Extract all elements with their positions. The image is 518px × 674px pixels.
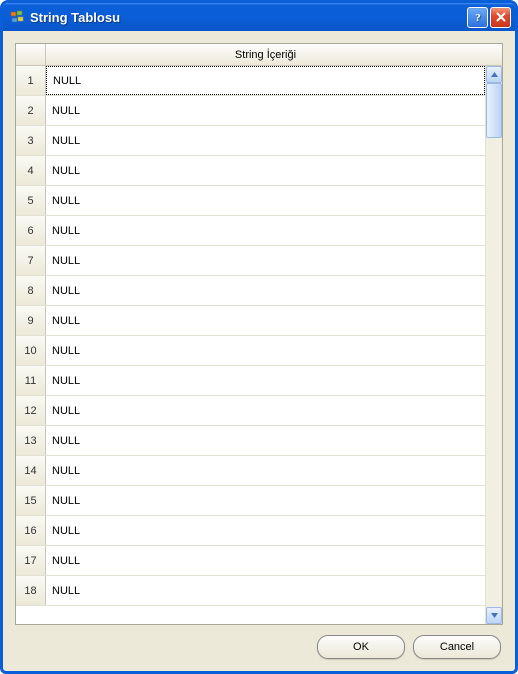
row-header[interactable]: 6 [16,216,46,245]
titlebar[interactable]: String Tablosu ? [3,3,515,31]
table-row[interactable]: 1NULL [16,66,485,96]
table-row[interactable]: 5NULL [16,186,485,216]
table-row[interactable]: 17NULL [16,546,485,576]
table-row[interactable]: 10NULL [16,336,485,366]
svg-text:?: ? [475,12,481,23]
row-header[interactable]: 1 [16,66,46,95]
table-row[interactable]: 2NULL [16,96,485,126]
row-cell[interactable]: NULL [46,426,485,455]
scroll-up-button[interactable] [486,66,502,83]
client-area: String İçeriği 1NULL2NULL3NULL4NULL5NULL… [3,31,515,671]
row-cell[interactable]: NULL [46,396,485,425]
row-cell[interactable]: NULL [46,306,485,335]
scroll-thumb[interactable] [486,83,502,138]
row-cell[interactable]: NULL [46,456,485,485]
row-cell[interactable]: NULL [46,486,485,515]
grid-corner[interactable] [16,44,46,65]
row-cell[interactable]: NULL [46,546,485,575]
dialog-window: String Tablosu ? String İçeriği 1NULL2NU… [0,0,518,674]
table-row[interactable]: 14NULL [16,456,485,486]
string-grid: String İçeriği 1NULL2NULL3NULL4NULL5NULL… [15,43,503,625]
row-cell[interactable]: NULL [46,516,485,545]
table-row[interactable]: 18NULL [16,576,485,606]
row-header[interactable]: 7 [16,246,46,275]
ok-button[interactable]: OK [317,635,405,659]
row-cell[interactable]: NULL [46,186,485,215]
row-cell[interactable]: NULL [46,366,485,395]
scroll-down-button[interactable] [486,607,502,624]
row-header[interactable]: 5 [16,186,46,215]
grid-body: 1NULL2NULL3NULL4NULL5NULL6NULL7NULL8NULL… [16,66,485,624]
scroll-track[interactable] [486,83,502,607]
table-row[interactable]: 3NULL [16,126,485,156]
row-cell[interactable]: NULL [46,216,485,245]
row-header[interactable]: 3 [16,126,46,155]
row-header[interactable]: 17 [16,546,46,575]
row-header[interactable]: 13 [16,426,46,455]
grid-header: String İçeriği [16,44,502,66]
row-header[interactable]: 12 [16,396,46,425]
row-header[interactable]: 15 [16,486,46,515]
row-cell[interactable]: NULL [46,576,485,605]
row-header[interactable]: 9 [16,306,46,335]
row-cell[interactable]: NULL [46,336,485,365]
column-header[interactable]: String İçeriği [46,44,485,65]
table-row[interactable]: 11NULL [16,366,485,396]
table-row[interactable]: 8NULL [16,276,485,306]
row-header[interactable]: 8 [16,276,46,305]
table-row[interactable]: 13NULL [16,426,485,456]
row-header[interactable]: 2 [16,96,46,125]
vertical-scrollbar[interactable] [485,66,502,624]
table-row[interactable]: 15NULL [16,486,485,516]
row-header[interactable]: 11 [16,366,46,395]
row-header[interactable]: 4 [16,156,46,185]
table-row[interactable]: 7NULL [16,246,485,276]
row-cell[interactable]: NULL [46,126,485,155]
app-icon [9,9,25,25]
button-bar: OK Cancel [15,635,503,659]
table-row[interactable]: 12NULL [16,396,485,426]
cancel-button[interactable]: Cancel [413,635,501,659]
row-cell[interactable]: NULL [46,246,485,275]
row-header[interactable]: 18 [16,576,46,605]
window-title: String Tablosu [30,10,465,25]
row-cell[interactable]: NULL [46,156,485,185]
row-cell[interactable]: NULL [46,276,485,305]
row-header[interactable]: 14 [16,456,46,485]
table-row[interactable]: 6NULL [16,216,485,246]
row-cell[interactable]: NULL [46,96,485,125]
row-header[interactable]: 10 [16,336,46,365]
table-row[interactable]: 4NULL [16,156,485,186]
row-header[interactable]: 16 [16,516,46,545]
row-cell[interactable]: NULL [46,66,485,95]
help-button[interactable]: ? [467,7,488,28]
table-row[interactable]: 9NULL [16,306,485,336]
grid-scroll-corner [485,44,502,65]
close-button[interactable] [490,7,511,28]
table-row[interactable]: 16NULL [16,516,485,546]
